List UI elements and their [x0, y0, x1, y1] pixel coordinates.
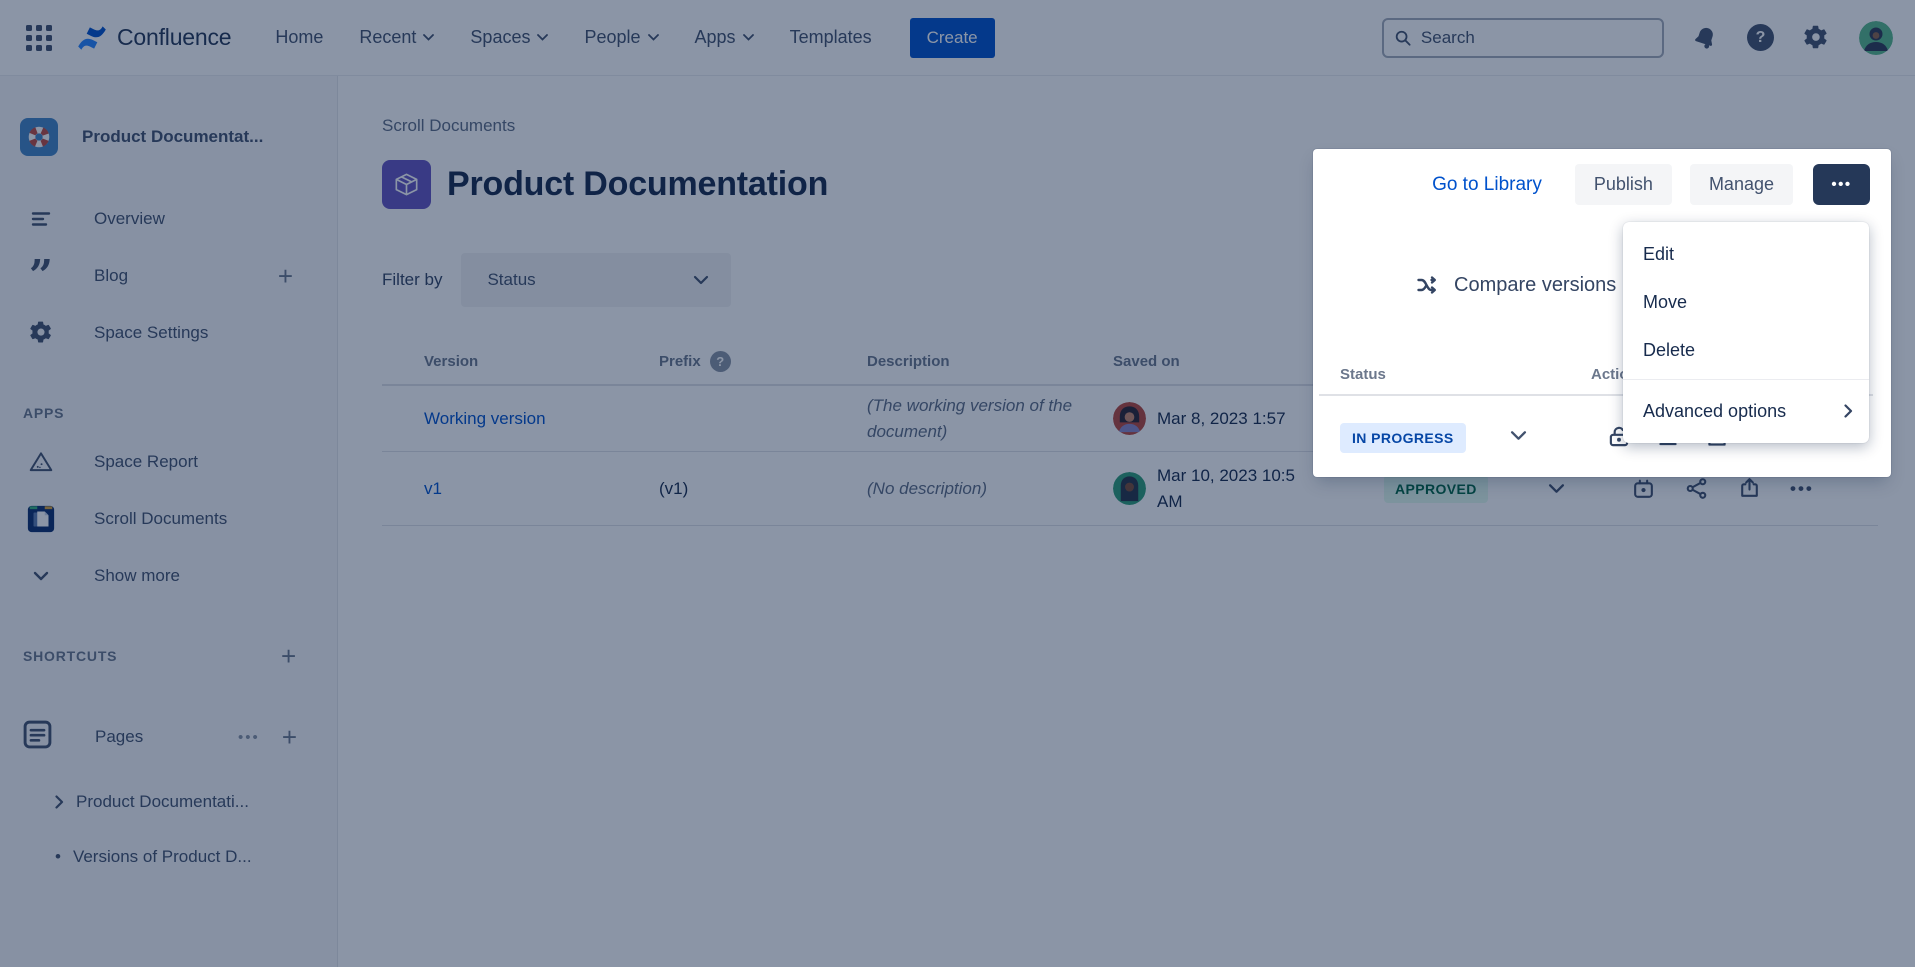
status-badge-in-progress[interactable]: IN PROGRESS: [1340, 423, 1466, 453]
menu-divider: [1623, 379, 1869, 380]
menu-item-move[interactable]: Move: [1623, 278, 1869, 326]
chevron-down-icon[interactable]: [1510, 430, 1527, 441]
compare-versions-button[interactable]: Compare versions: [1414, 273, 1616, 297]
chevron-right-icon: [1844, 404, 1853, 418]
more-options-button[interactable]: •••: [1813, 164, 1870, 205]
document-actions-bar: Go to Library Publish Manage •••: [1432, 164, 1870, 205]
menu-item-advanced-options[interactable]: Advanced options: [1623, 385, 1869, 437]
publish-button[interactable]: Publish: [1575, 164, 1672, 205]
more-options-menu: Edit Move Delete Advanced options: [1623, 222, 1869, 443]
modal-dim-overlay: [0, 0, 1915, 967]
go-to-library-link[interactable]: Go to Library: [1432, 174, 1542, 196]
confluence-app: Confluence Home Recent Spaces People App…: [0, 0, 1915, 967]
menu-item-delete[interactable]: Delete: [1623, 326, 1869, 374]
col-header-status: Status: [1340, 366, 1386, 383]
compare-shuffle-icon: [1414, 273, 1442, 297]
menu-item-edit[interactable]: Edit: [1623, 230, 1869, 278]
manage-button[interactable]: Manage: [1690, 164, 1793, 205]
